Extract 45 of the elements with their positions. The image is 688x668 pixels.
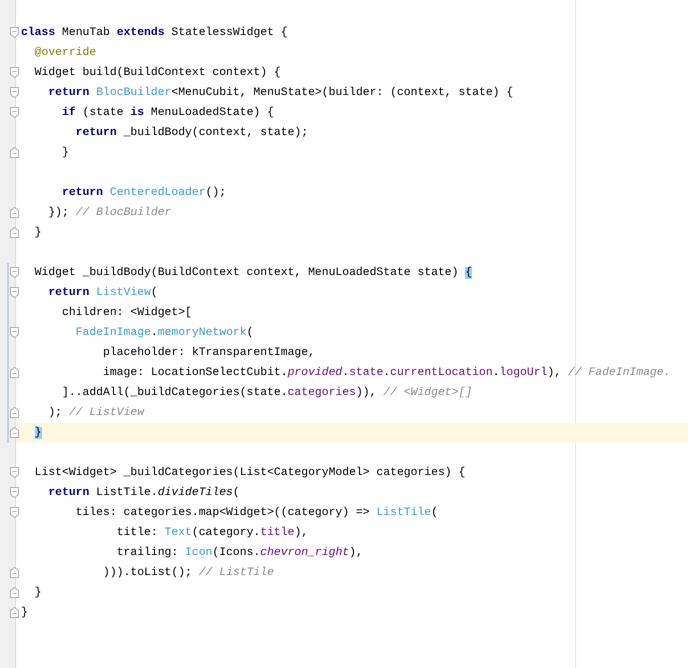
code-line: return CenteredLoader(); (61, 186, 226, 201)
fold-marker-icon[interactable] (10, 67, 19, 78)
code-line: Widget _buildBody(BuildContext context, MenuLoadedState state) { (34, 266, 472, 281)
code-line: Widget build(BuildContext context) { (34, 66, 281, 81)
fold-marker-icon[interactable] (10, 567, 19, 578)
fold-marker-icon[interactable] (10, 227, 19, 238)
fold-marker-icon[interactable] (10, 327, 19, 338)
code-line: children: <Widget>[ (61, 306, 192, 321)
code-line: tiles: categories.map<Widget>((category) => ListTile( (74, 506, 438, 521)
code-line: } (34, 586, 42, 601)
fold-marker-icon[interactable] (10, 427, 19, 438)
code-line: class MenuTab extends StatelessWidget { (21, 26, 288, 41)
fold-marker-icon[interactable] (10, 27, 19, 38)
code-line: ))).toList(); // ListTile (102, 566, 274, 581)
code-line: return _buildBody(context, state); (74, 126, 308, 141)
code-line: } (61, 146, 69, 161)
code-line: return ListTile.divideTiles( (47, 486, 240, 501)
code-line: ); // ListView (47, 406, 144, 421)
fold-marker-icon[interactable] (10, 87, 19, 98)
fold-marker-icon[interactable] (10, 487, 19, 498)
code-line: return ListView( (47, 286, 158, 301)
fold-marker-icon[interactable] (10, 147, 19, 158)
code-line: } (21, 606, 28, 621)
code-line: title: Text(category.title), (116, 526, 308, 541)
code-line: List<Widget> _buildCategories(List<CategoryModel> categories) { (34, 466, 466, 481)
code-line: placeholder: kTransparentImage, (102, 346, 315, 361)
code-line: FadeInImage.memoryNetwork( (74, 326, 254, 341)
fold-marker-icon[interactable] (10, 467, 19, 478)
code-line: } (34, 226, 42, 241)
fold-marker-icon[interactable] (10, 267, 19, 278)
code-line: @override (34, 46, 96, 61)
code-line: ]..addAll(_buildCategories(state.categories)), // <Widget>[] (61, 386, 472, 401)
fold-marker-icon[interactable] (10, 207, 19, 218)
fold-marker-icon[interactable] (10, 407, 19, 418)
fold-marker-icon[interactable] (10, 367, 19, 378)
fold-marker-icon[interactable] (10, 107, 19, 118)
fold-marker-icon[interactable] (10, 587, 19, 598)
code-line: return BlocBuilder<MenuCubit, MenuState>(builder: (context, state) { (47, 86, 514, 101)
fold-marker-icon[interactable] (10, 607, 19, 618)
fold-marker-icon[interactable] (10, 507, 19, 518)
fold-marker-icon[interactable] (10, 287, 19, 298)
code-line: if (state is MenuLoadedState) { (61, 106, 274, 121)
code-line: image: LocationSelectCubit.provided.state.currentLocation.logoUrl), // FadeInImage. (102, 366, 670, 381)
code-line: }); // BlocBuilder (47, 206, 172, 221)
code-line: trailing: Icon(Icons.chevron_right), (116, 546, 363, 561)
